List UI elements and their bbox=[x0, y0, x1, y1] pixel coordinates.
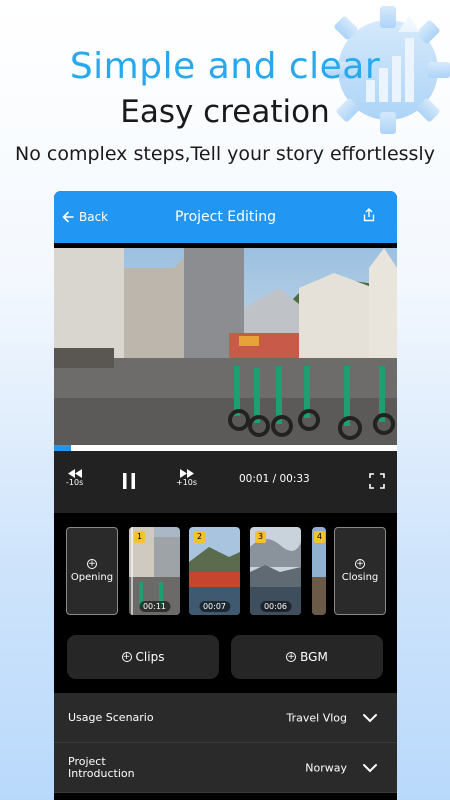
clip-duration: 00:11 bbox=[138, 601, 171, 612]
player-controls: -10s +10s 00:01 / 00:33 bbox=[54, 451, 397, 513]
fullscreen-icon[interactable] bbox=[369, 473, 385, 489]
bgm-label: BGM bbox=[300, 650, 328, 664]
nav-bar: Back Project Editing bbox=[54, 191, 397, 243]
share-icon[interactable] bbox=[363, 208, 375, 222]
plus-icon: + bbox=[286, 652, 297, 662]
clip-thumbnail-2[interactable]: 2 00:07 bbox=[189, 527, 240, 615]
plus-icon: + bbox=[355, 559, 365, 569]
clip-index-badge: 4 bbox=[314, 531, 325, 543]
plus-icon: + bbox=[121, 652, 132, 662]
playback-time: 00:01 / 00:33 bbox=[239, 473, 310, 485]
plus-icon: + bbox=[87, 559, 97, 569]
chevron-down-icon bbox=[363, 713, 377, 722]
app-screen: Back Project Editing -10s +10s 00:01 / 0… bbox=[54, 191, 397, 800]
add-bgm-button[interactable]: + BGM bbox=[231, 635, 383, 679]
clip-thumbnail-1[interactable]: 1 00:11 bbox=[129, 527, 180, 615]
video-frame bbox=[54, 248, 397, 445]
clip-duration: 00:06 bbox=[259, 601, 292, 612]
clip-duration: 00:07 bbox=[198, 601, 231, 612]
back-label: Back bbox=[79, 210, 109, 224]
clip-index-badge: 1 bbox=[134, 531, 145, 543]
clip-index-badge: 2 bbox=[194, 531, 205, 543]
clip-strip: + Opening 1 00:11 2 00:07 3 00:06 4 + Cl… bbox=[54, 513, 397, 633]
back-button[interactable]: Back bbox=[62, 210, 108, 224]
forward-button[interactable]: +10s bbox=[176, 469, 197, 487]
closing-button[interactable]: + Closing bbox=[334, 527, 386, 615]
pause-icon bbox=[123, 473, 135, 489]
rewind-icon bbox=[67, 469, 82, 478]
usage-scenario-value: Travel Vlog bbox=[286, 711, 348, 724]
promo-subhead: Easy creation bbox=[120, 94, 330, 130]
project-introduction-label: Project Introduction bbox=[68, 754, 135, 780]
rewind-label: -10s bbox=[66, 478, 84, 487]
usage-scenario-row[interactable]: Usage Scenario Travel Vlog bbox=[54, 693, 397, 743]
back-arrow-icon bbox=[62, 211, 74, 223]
clip-index-badge: 3 bbox=[255, 531, 266, 543]
project-introduction-value: Norway bbox=[305, 761, 347, 774]
clips-label: Clips bbox=[135, 650, 165, 664]
clip-thumbnail-3[interactable]: 3 00:06 bbox=[250, 527, 301, 615]
usage-scenario-label: Usage Scenario bbox=[68, 710, 154, 724]
chevron-down-icon bbox=[363, 763, 377, 772]
promo-tagline: No complex steps,Tell your story effortl… bbox=[15, 143, 435, 165]
pause-button[interactable] bbox=[122, 473, 136, 489]
opening-label: Opening bbox=[70, 572, 114, 583]
opening-button[interactable]: + Opening bbox=[66, 527, 118, 615]
rewind-button[interactable]: -10s bbox=[66, 469, 83, 487]
video-preview[interactable] bbox=[54, 248, 397, 445]
promo-headline: Simple and clear bbox=[69, 46, 381, 87]
add-clips-button[interactable]: + Clips bbox=[67, 635, 219, 679]
clip-thumbnail-4[interactable]: 4 bbox=[312, 527, 326, 615]
closing-label: Closing bbox=[341, 572, 379, 583]
forward-icon bbox=[179, 469, 194, 478]
project-introduction-row[interactable]: Project Introduction Norway bbox=[54, 743, 397, 793]
forward-label: +10s bbox=[176, 478, 198, 487]
action-bar: + Clips + BGM bbox=[54, 633, 397, 693]
